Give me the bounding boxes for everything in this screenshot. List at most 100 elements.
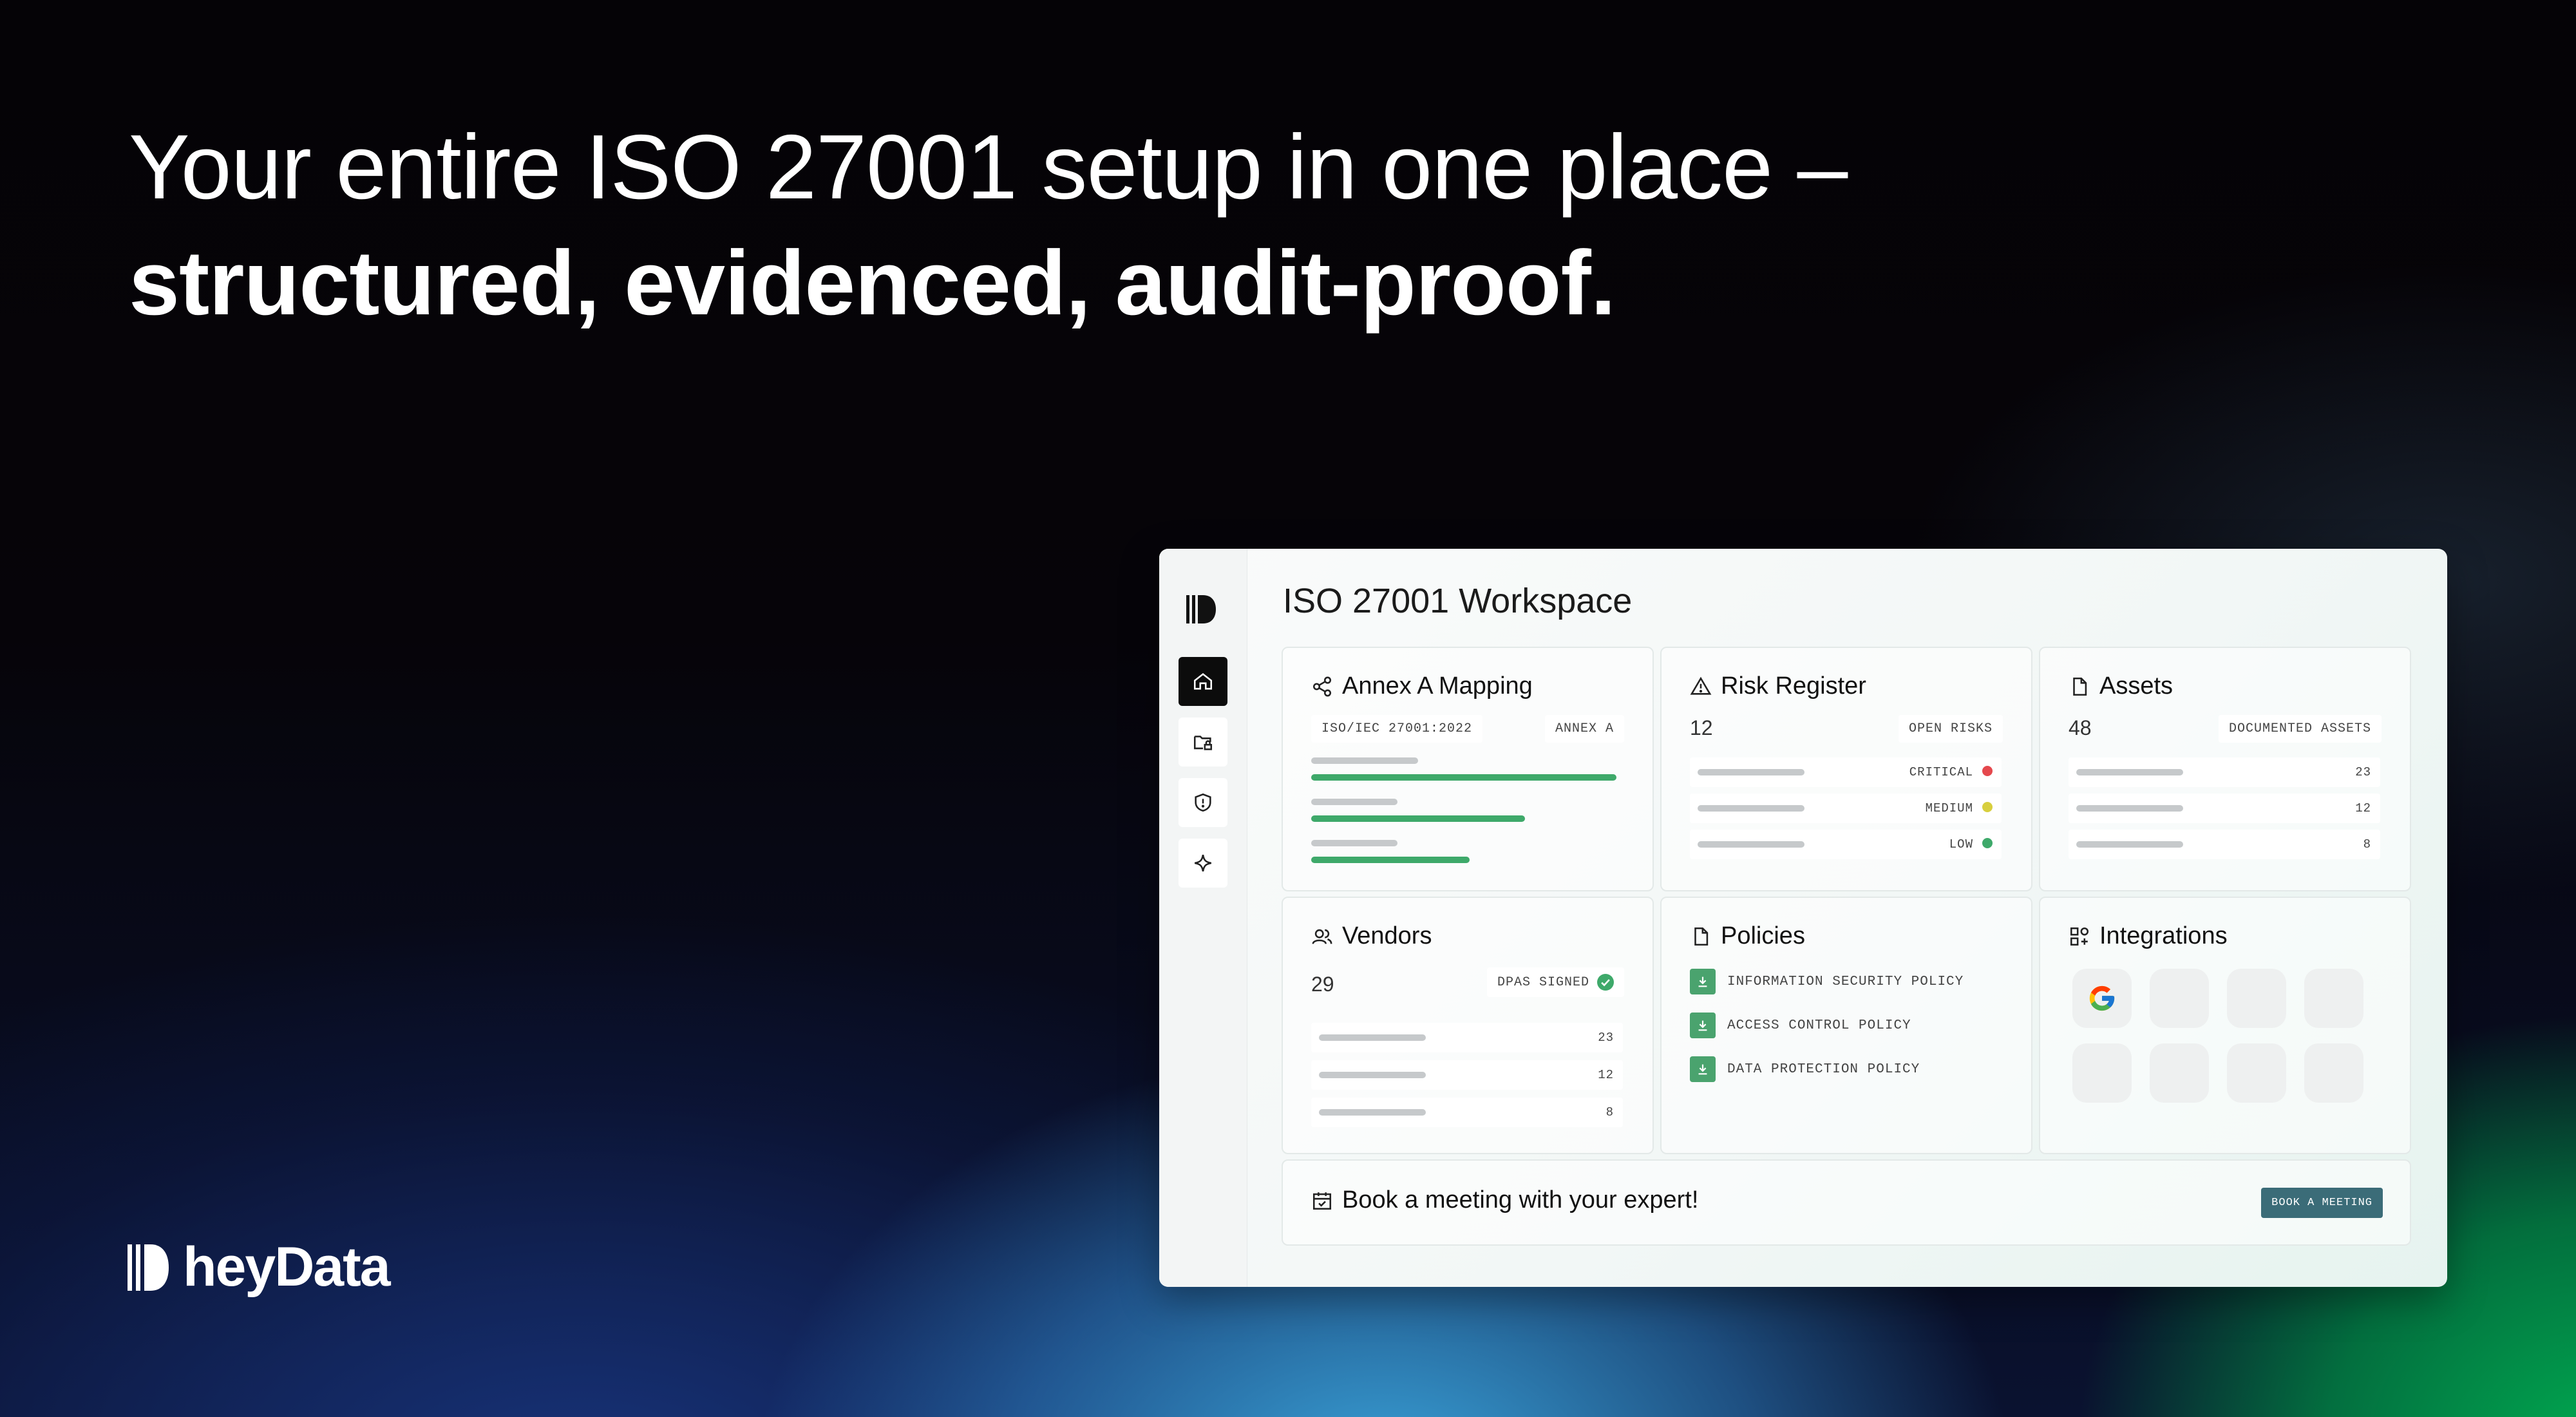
hero-line-1: Your entire ISO 27001 setup in one place… [129, 116, 1848, 218]
policy-name: DATA PROTECTION POLICY [1727, 1061, 1920, 1077]
download-icon[interactable] [1690, 1056, 1716, 1082]
grid-plus-icon [2070, 927, 2089, 946]
annex-card-header: Annex A Mapping [1311, 672, 1533, 700]
vendors-tag: DPAS SIGNED [1486, 967, 1624, 997]
users-icon [1312, 929, 1332, 944]
vendors-card-title: Vendors [1342, 922, 1432, 949]
vendors-card-header: Vendors [1311, 922, 1432, 950]
integrations-card[interactable]: Integrations [2039, 897, 2411, 1154]
policy-name: INFORMATION SECURITY POLICY [1727, 974, 1964, 989]
meeting-text: Book a meeting with your expert! [1342, 1186, 1699, 1213]
brand-logo: heyData [128, 1235, 391, 1299]
annex-item-label [1311, 757, 1418, 764]
risk-row-critical[interactable]: CRITICAL [1690, 757, 2002, 787]
sidebar-item-documents[interactable] [1179, 718, 1227, 766]
risk-level-label: LOW [1949, 837, 1973, 851]
vendors-card[interactable]: Vendors 29 DPAS SIGNED 23 12 8 [1282, 897, 1654, 1154]
critical-dot [1982, 766, 1993, 776]
risk-tag: OPEN RISKS [1898, 715, 2003, 743]
assets-tag: DOCUMENTED ASSETS [2218, 715, 2382, 743]
share-icon [1312, 676, 1332, 696]
annex-standard-tag: ISO/IEC 27001:2022 [1311, 715, 1483, 743]
asset-row[interactable]: 12 [2069, 794, 2380, 823]
risk-row-medium[interactable]: MEDIUM [1690, 794, 2002, 823]
brand-name: heyData [183, 1236, 391, 1298]
check-circle-icon [1597, 974, 1614, 991]
integration-tile[interactable] [2304, 969, 2363, 1028]
risk-level-label: MEDIUM [1925, 801, 1973, 815]
annex-tag: ANNEX A [1544, 715, 1624, 743]
policies-card-title: Policies [1721, 922, 1805, 949]
document-icon [2073, 677, 2087, 696]
integration-tile[interactable] [2227, 969, 2286, 1028]
risk-count: 12 [1690, 716, 1713, 739]
page-title: ISO 27001 Workspace [1283, 582, 1633, 620]
asset-row[interactable]: 8 [2069, 830, 2380, 859]
home-icon [1193, 673, 1213, 690]
policies-card-header: Policies [1690, 922, 1805, 950]
integration-tile[interactable] [2304, 1043, 2363, 1103]
asset-row-value: 12 [2355, 801, 2371, 815]
integrations-card-header: Integrations [2069, 922, 2228, 950]
folder-lock-icon [1193, 736, 1213, 750]
integration-tile[interactable] [2150, 969, 2209, 1028]
app-logo-icon [1186, 595, 1216, 623]
low-dot [1982, 838, 1993, 848]
integration-tile[interactable] [2150, 1043, 2209, 1103]
hero-line-2: structured, evidenced, audit-proof. [129, 232, 1616, 334]
risk-row-low[interactable]: LOW [1690, 830, 2002, 859]
google-icon [2089, 985, 2115, 1011]
sidebar [1159, 549, 1247, 1287]
vendor-row-value: 8 [1605, 1105, 1614, 1119]
annex-progress-bar [1311, 857, 1470, 863]
sidebar-item-security[interactable] [1179, 778, 1227, 827]
hero-headline: Your entire ISO 27001 setup in one place… [129, 109, 1848, 341]
download-icon[interactable] [1690, 969, 1716, 994]
meeting-card-header: Book a meeting with your expert! [1311, 1186, 1698, 1214]
integration-tile-google[interactable] [2072, 969, 2132, 1028]
sidebar-item-ai[interactable] [1179, 839, 1227, 888]
medium-dot [1982, 802, 1993, 812]
vendors-tag-label: DPAS SIGNED [1497, 975, 1589, 990]
assets-card[interactable]: Assets 48 DOCUMENTED ASSETS 23 12 8 [2039, 647, 2411, 891]
integrations-card-title: Integrations [2099, 922, 2228, 949]
risk-card-header: Risk Register [1690, 672, 1866, 700]
policy-item[interactable]: ACCESS CONTROL POLICY [1690, 1013, 1911, 1038]
policies-card[interactable]: Policies INFORMATION SECURITY POLICY ACC… [1660, 897, 2032, 1154]
assets-count: 48 [2069, 716, 2092, 739]
app-window: ISO 27001 Workspace Annex A Mapping ISO/… [1159, 549, 2447, 1287]
asset-row-value: 8 [2363, 837, 2371, 851]
risk-level-label: CRITICAL [1909, 765, 1973, 779]
integration-tile[interactable] [2227, 1043, 2286, 1103]
calendar-check-icon [1312, 1192, 1332, 1210]
risk-card-title: Risk Register [1721, 672, 1866, 699]
annex-progress-bar [1311, 815, 1525, 822]
sidebar-item-home[interactable] [1179, 657, 1227, 706]
vendor-row-value: 23 [1598, 1031, 1614, 1045]
policy-item[interactable]: DATA PROTECTION POLICY [1690, 1056, 1920, 1082]
annex-progress-bar [1311, 774, 1616, 781]
risk-card[interactable]: Risk Register 12 OPEN RISKS CRITICAL MED… [1660, 647, 2032, 891]
integration-tile[interactable] [2072, 1043, 2132, 1103]
annex-card[interactable]: Annex A Mapping ISO/IEC 27001:2022 ANNEX… [1282, 647, 1654, 891]
annex-item-label [1311, 799, 1397, 805]
warning-triangle-icon [1690, 676, 1712, 695]
vendor-row[interactable]: 8 [1311, 1098, 1623, 1127]
heydata-logo-icon [128, 1244, 169, 1291]
sparkle-icon [1195, 855, 1211, 871]
asset-row[interactable]: 23 [2069, 757, 2380, 787]
annex-card-title: Annex A Mapping [1342, 672, 1533, 699]
assets-card-header: Assets [2069, 672, 2173, 700]
policy-name: ACCESS CONTROL POLICY [1727, 1018, 1911, 1033]
assets-card-title: Assets [2099, 672, 2174, 699]
annex-item-label [1311, 840, 1397, 846]
book-meeting-button[interactable]: BOOK A MEETING [2261, 1188, 2383, 1218]
meeting-card: Book a meeting with your expert! BOOK A … [1282, 1159, 2411, 1246]
policy-item[interactable]: INFORMATION SECURITY POLICY [1690, 969, 1964, 994]
vendor-row[interactable]: 23 [1311, 1023, 1623, 1052]
vendor-row-value: 12 [1598, 1068, 1614, 1082]
vendor-row[interactable]: 12 [1311, 1060, 1623, 1090]
shield-alert-icon [1195, 793, 1211, 812]
download-icon[interactable] [1690, 1013, 1716, 1038]
vendors-count: 29 [1311, 973, 1334, 996]
